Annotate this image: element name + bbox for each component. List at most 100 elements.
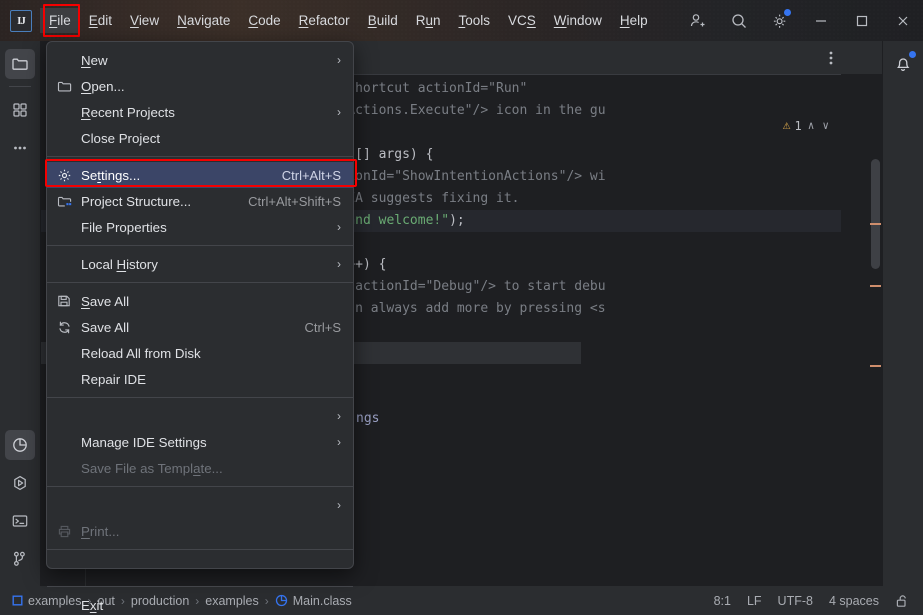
menu-item-open[interactable]: Open... (47, 73, 353, 99)
menu-item-label: Repair IDE (81, 371, 147, 387)
bell-icon[interactable] (888, 49, 918, 79)
menu-item-print: Print... (47, 518, 353, 544)
editor-scrollbar[interactable] (868, 107, 882, 586)
menu-separator (47, 397, 353, 398)
project-tool-icon[interactable] (5, 49, 35, 79)
menu-item-label: New (81, 52, 108, 68)
menu-item-new-projects-setup[interactable]: Manage IDE Settings › (47, 429, 353, 455)
file-encoding[interactable]: UTF-8 (778, 594, 813, 608)
menu-run[interactable]: Run (407, 8, 450, 33)
save-icon (56, 293, 72, 309)
menu-item-label: Save All (81, 319, 130, 335)
chevron-right-icon: › (337, 220, 341, 234)
close-button[interactable] (882, 0, 923, 41)
menu-separator (47, 486, 353, 487)
scrollbar-thumb[interactable] (871, 159, 880, 269)
menu-view[interactable]: View (121, 8, 168, 33)
menu-help[interactable]: Help (611, 8, 657, 33)
menu-item-project-structure[interactable]: Project Structure... Ctrl+Alt+Shift+S (47, 188, 353, 214)
menu-item-exit[interactable]: Exit (47, 592, 353, 615)
menu-item-settings[interactable]: Settings... Ctrl+Alt+S (45, 159, 357, 188)
menu-item-label: Print... (81, 523, 120, 539)
menu-item-power-save-mode[interactable] (47, 555, 353, 581)
menu-separator (47, 586, 353, 587)
run-tool-icon[interactable] (5, 468, 35, 498)
menu-item-label: Local History (81, 256, 158, 272)
maximize-button[interactable] (841, 0, 882, 41)
folder-icon (56, 78, 72, 94)
menu-item-export[interactable]: › (47, 492, 353, 518)
menu-item-label: Open... (81, 78, 125, 94)
menu-vcs[interactable]: VCS (499, 8, 545, 33)
editor-options-icon[interactable] (820, 41, 842, 74)
structure-tool-icon[interactable] (5, 95, 35, 125)
menu-code[interactable]: Code (239, 8, 289, 33)
menu-item-label: File Properties (81, 219, 167, 235)
menu-item-file-properties[interactable]: File Properties › (47, 214, 353, 240)
add-user-icon[interactable] (677, 0, 718, 41)
menu-bar: File Edit View Navigate Code Refactor Bu… (40, 0, 657, 41)
menu-item-label: Project Structure... (81, 193, 192, 209)
menu-item-label: Reload All from Disk (81, 345, 201, 361)
toolbar-divider (9, 86, 31, 87)
more-tools-icon[interactable] (5, 133, 35, 163)
menu-item-label: Manage IDE Settings (81, 434, 207, 450)
title-bar: IJ File Edit View Navigate Code Refactor… (0, 0, 923, 41)
obscured-editor-text: ngs (356, 411, 380, 426)
menu-tools[interactable]: Tools (450, 8, 500, 33)
menu-separator (47, 245, 353, 246)
menu-file[interactable]: File (40, 8, 80, 33)
next-problem-icon[interactable]: ∨ (820, 119, 831, 132)
menu-edit[interactable]: Edit (80, 8, 121, 33)
menu-item-save-file-as-template: Save File as Template... (47, 455, 353, 481)
gear-icon[interactable] (759, 0, 800, 41)
menu-item-label: Save All (81, 293, 130, 309)
menu-separator (47, 549, 353, 550)
code-marker (870, 365, 881, 367)
menu-item-label: Close Project (81, 130, 161, 146)
module-icon (12, 595, 23, 606)
left-tool-window-bar (0, 41, 41, 586)
chevron-right-icon: › (337, 409, 341, 423)
menu-item-shortcut: Ctrl+S (304, 319, 341, 335)
menu-item-manage-ide-settings[interactable]: › (47, 403, 353, 429)
menu-item-recent-projects[interactable]: Recent Projects › (47, 99, 353, 125)
version-control-icon[interactable] (5, 544, 35, 574)
print-icon (56, 523, 72, 539)
menu-item-label: Recent Projects (81, 104, 175, 120)
status-bar-right: 8:1 LF UTF-8 4 spaces (714, 594, 923, 608)
menu-item-local-history[interactable]: Local History › (47, 251, 353, 277)
previous-problem-icon[interactable]: ∧ (806, 119, 817, 132)
profiler-tool-icon[interactable] (5, 430, 35, 460)
chevron-right-icon: › (337, 257, 341, 271)
menu-item-invalidate-caches[interactable]: Repair IDE (47, 366, 353, 392)
file-menu-popup[interactable]: New › Open... Recent Projects › Close Pr… (45, 41, 357, 613)
inspection-widget[interactable]: ⚠ 1 ∧ ∨ (779, 116, 834, 135)
menu-build[interactable]: Build (359, 8, 407, 33)
menu-item-repair-ide[interactable]: Reload All from Disk (47, 340, 353, 366)
menu-item-shortcut: Ctrl+Alt+S (281, 167, 341, 183)
project-structure-icon (56, 193, 72, 209)
menu-navigate[interactable]: Navigate (168, 8, 239, 33)
minimize-button[interactable] (800, 0, 841, 41)
menu-item-close-project[interactable]: Close Project (47, 125, 353, 151)
caret-position[interactable]: 8:1 (714, 594, 731, 608)
intellij-logo-icon[interactable]: IJ (10, 9, 32, 32)
menu-item-reload-all-from-disk[interactable]: Save All Ctrl+S (47, 314, 353, 340)
gear-icon (56, 167, 72, 183)
menu-item-new[interactable]: New › (47, 47, 353, 73)
chevron-right-icon: › (337, 53, 341, 67)
menu-refactor[interactable]: Refactor (290, 8, 359, 33)
menu-separator (47, 282, 353, 283)
search-icon[interactable] (718, 0, 759, 41)
menu-item-save-all[interactable]: Save All (47, 288, 353, 314)
gear-badge-dot (784, 9, 791, 16)
menu-window[interactable]: Window (545, 8, 611, 33)
warning-count: 1 (794, 118, 802, 133)
line-separator[interactable]: LF (747, 594, 762, 608)
indent-setting[interactable]: 4 spaces (829, 594, 879, 608)
terminal-tool-icon[interactable] (5, 506, 35, 536)
chevron-right-icon: › (337, 435, 341, 449)
code-marker (870, 223, 881, 225)
unlocked-padlock-icon[interactable] (895, 594, 909, 608)
